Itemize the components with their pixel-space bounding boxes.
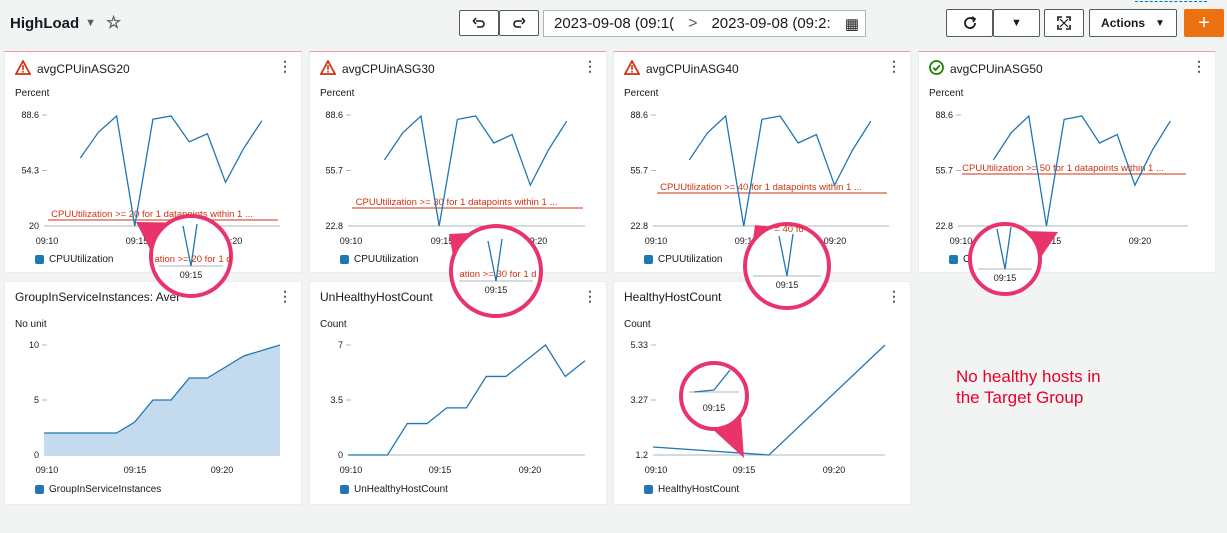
dashboard-title[interactable]: HighLoad <box>10 15 79 32</box>
legend-swatch <box>340 485 349 494</box>
widget-menu-icon[interactable]: ⋮ <box>583 288 597 305</box>
undo-icon <box>472 17 485 28</box>
calendar-icon[interactable]: ▦ <box>845 15 859 33</box>
star-icon[interactable]: ☆ <box>106 13 121 33</box>
widget-menu-icon[interactable]: ⋮ <box>278 58 292 75</box>
unit-label: Percent <box>929 88 964 99</box>
unit-label: No unit <box>15 319 47 330</box>
dashboard-title-group: HighLoad ▼ ☆ <box>10 13 121 33</box>
refresh-icon <box>963 16 976 29</box>
status-ok-icon <box>929 60 944 78</box>
chart-legend[interactable]: CPUUtilization <box>340 254 418 265</box>
legend-label: HealthyHostCount <box>658 484 740 495</box>
dashboard-header: HighLoad ▼ ☆ 2023-09-08 (09:1( > 2023-09… <box>0 0 1227 48</box>
widget-title-text: avgCPUinASG40 <box>646 62 739 76</box>
legend-swatch <box>644 255 653 264</box>
redo-button[interactable] <box>499 10 539 36</box>
widget-title-text: HealthyHostCount <box>624 290 722 304</box>
legend-label: UnHealthyHostCount <box>354 484 448 495</box>
actions-label: Actions <box>1101 16 1146 30</box>
chart-legend[interactable]: CPUUtilization <box>35 254 113 265</box>
time-range-picker[interactable]: 2023-09-08 (09:1( > 2023-09-08 (09:2: ▦ <box>543 10 866 37</box>
redo-icon <box>513 17 526 28</box>
divider <box>1135 1 1207 2</box>
legend-label: C <box>963 254 971 265</box>
unit-label: Percent <box>15 88 50 99</box>
legend-swatch <box>35 485 44 494</box>
legend-swatch <box>340 255 349 264</box>
legend-swatch <box>35 255 44 264</box>
chart-legend[interactable]: UnHealthyHostCount <box>340 484 448 495</box>
widget-title: avgCPUinASG50 <box>929 60 1043 78</box>
add-widget-button[interactable]: + <box>1184 9 1224 37</box>
caret-down-icon: ▼ <box>1011 17 1022 29</box>
refresh-options-button[interactable]: ▼ <box>993 9 1040 37</box>
widget-menu-icon[interactable]: ⋮ <box>278 288 292 305</box>
chart-legend[interactable]: HealthyHostCount <box>644 484 739 495</box>
widget-title: HealthyHostCount <box>624 290 721 304</box>
unit-label: Count <box>320 319 347 330</box>
legend-label: CPUUtilization <box>49 254 114 265</box>
caret-down-icon: ▼ <box>1155 17 1165 29</box>
widget-unhealthyhostcount[interactable]: UnHealthyHostCount ⋮ Count UnHealthyHostCou… <box>309 281 607 505</box>
legend-label: CPUUtilization <box>658 254 723 265</box>
refresh-button[interactable] <box>946 9 993 37</box>
widget-title-text: GroupInServiceInstances: Average <box>15 290 180 304</box>
widget-menu-icon[interactable]: ⋮ <box>1192 58 1206 75</box>
widget-menu-icon[interactable]: ⋮ <box>583 58 597 75</box>
legend-swatch <box>949 255 958 264</box>
widget-menu-icon[interactable]: ⋮ <box>887 58 901 75</box>
range-start[interactable]: 2023-09-08 (09:1( <box>554 15 674 32</box>
widget-avgcpuinasg50[interactable]: avgCPUinASG50 ⋮ Percent C <box>918 51 1216 273</box>
plus-icon: + <box>1198 11 1210 34</box>
widget-title: UnHealthyHostCount <box>320 290 433 304</box>
widget-title-text: avgCPUinASG50 <box>950 62 1043 76</box>
widget-menu-icon[interactable]: ⋮ <box>887 288 901 305</box>
widget-title: avgCPUinASG30 <box>319 59 435 78</box>
widget-avgcpuinasg20[interactable]: avgCPUinASG20 ⋮ Percent CPUUtilization <box>4 51 302 273</box>
widget-title-text: avgCPUinASG20 <box>37 62 130 76</box>
unit-label: Percent <box>320 88 355 99</box>
widget-healthyhostcount[interactable]: HealthyHostCount ⋮ Count HealthyHostCount <box>613 281 911 505</box>
legend-label: CPUUtilization <box>354 254 419 265</box>
alarm-warning-icon <box>623 59 641 78</box>
unit-label: Percent <box>624 88 659 99</box>
chart-legend[interactable]: C <box>949 254 970 265</box>
fullscreen-button[interactable] <box>1044 9 1084 37</box>
widget-title-text: UnHealthyHostCount <box>320 290 433 304</box>
legend-label: GroupInServiceInstances <box>49 484 162 495</box>
chart-legend[interactable]: GroupInServiceInstances <box>35 484 161 495</box>
unit-label: Count <box>624 319 651 330</box>
undo-button[interactable] <box>459 10 499 36</box>
widget-title: GroupInServiceInstances: Average <box>15 290 180 304</box>
widget-avgcpuinasg30[interactable]: avgCPUinASG30 ⋮ Percent CPUUtilization <box>309 51 607 273</box>
actions-button[interactable]: Actions ▼ <box>1089 9 1177 37</box>
widget-groupinserviceinstances-average[interactable]: GroupInServiceInstances: Average ⋮ No unit… <box>4 281 302 505</box>
alarm-warning-icon <box>14 59 32 78</box>
widget-avgcpuinasg40[interactable]: avgCPUinASG40 ⋮ Percent CPUUtilization <box>613 51 911 273</box>
range-end[interactable]: 2023-09-08 (09:2: <box>711 15 830 32</box>
caret-down-icon[interactable]: ▼ <box>85 17 96 29</box>
alarm-warning-icon <box>319 59 337 78</box>
chevron-right-icon: > <box>688 14 698 32</box>
legend-swatch <box>644 485 653 494</box>
widget-title: avgCPUinASG20 <box>14 59 130 78</box>
zoom-x-label: 09:15 <box>994 273 1017 283</box>
widget-title: avgCPUinASG40 <box>623 59 739 78</box>
expand-icon <box>1057 16 1071 30</box>
widget-title-text: avgCPUinASG30 <box>342 62 435 76</box>
annotation-note: No healthy hosts in the Target Group <box>956 367 1101 407</box>
chart-legend[interactable]: CPUUtilization <box>644 254 722 265</box>
